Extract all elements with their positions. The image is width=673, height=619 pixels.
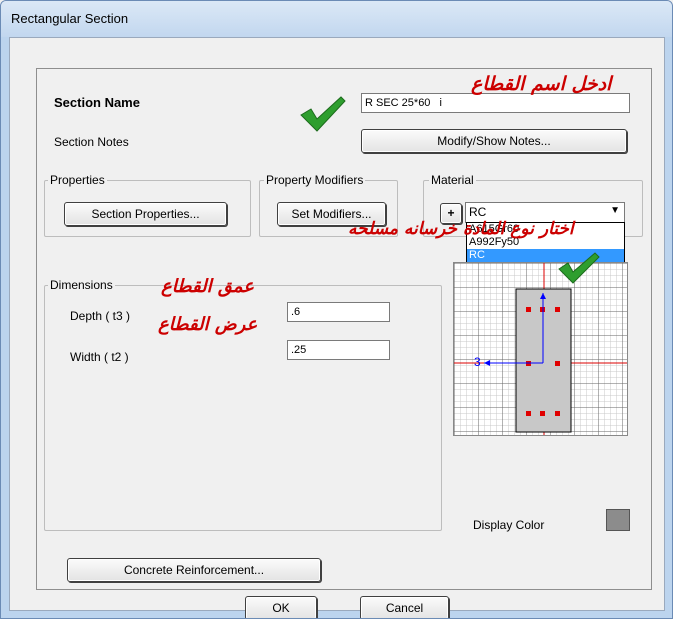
width-input[interactable]: .25 — [287, 340, 390, 360]
dimensions-group-label: Dimensions — [48, 278, 115, 292]
properties-group-label: Properties — [48, 173, 107, 187]
display-color-swatch[interactable] — [606, 509, 630, 531]
section-name-label: Section Name — [54, 95, 140, 110]
cancel-button[interactable]: Cancel — [360, 596, 449, 618]
check-icon — [558, 252, 600, 284]
width-label: Width ( t2 ) — [70, 350, 129, 364]
name-hint-annotation: ادخل اسم القطاع — [471, 73, 612, 95]
section-notes-label: Section Notes — [54, 135, 129, 149]
title-bar[interactable]: Rectangular Section — [1, 1, 672, 37]
material-hint-annotation: اختار نوع المادة خرسانه مسلحه — [348, 219, 574, 239]
axis-3-label: 3 — [474, 355, 481, 369]
dialog-window: Rectangular Section Section Name R SEC 2… — [0, 0, 673, 619]
width-hint-annotation: عرض القطاع — [158, 314, 258, 335]
window-title: Rectangular Section — [11, 11, 129, 26]
depth-label: Depth ( t3 ) — [70, 309, 131, 323]
section-name-input[interactable]: R SEC 25*60 i — [361, 93, 630, 113]
check-icon — [300, 96, 346, 132]
concrete-reinforcement-button[interactable]: Concrete Reinforcement... — [67, 558, 321, 582]
dialog-frame: Section Name R SEC 25*60 i Section Notes… — [36, 68, 652, 618]
property-modifiers-group-label: Property Modifiers — [264, 173, 366, 187]
depth-hint-annotation: عمق القطاع — [161, 276, 255, 297]
material-group-label: Material — [429, 173, 476, 187]
text-cursor: i — [439, 97, 442, 109]
material-selected-value: RC — [469, 205, 487, 219]
modify-show-notes-button[interactable]: Modify/Show Notes... — [361, 129, 627, 153]
section-preview-drawing — [454, 263, 627, 435]
section-properties-button[interactable]: Section Properties... — [64, 202, 227, 226]
depth-input[interactable]: .6 — [287, 302, 390, 322]
section-name-value: R SEC 25*60 — [365, 97, 431, 109]
ok-button[interactable]: OK — [245, 596, 317, 618]
section-preview: 3 — [453, 262, 628, 436]
display-color-label: Display Color — [473, 518, 545, 532]
chevron-down-icon[interactable]: ▼ — [610, 205, 620, 216]
